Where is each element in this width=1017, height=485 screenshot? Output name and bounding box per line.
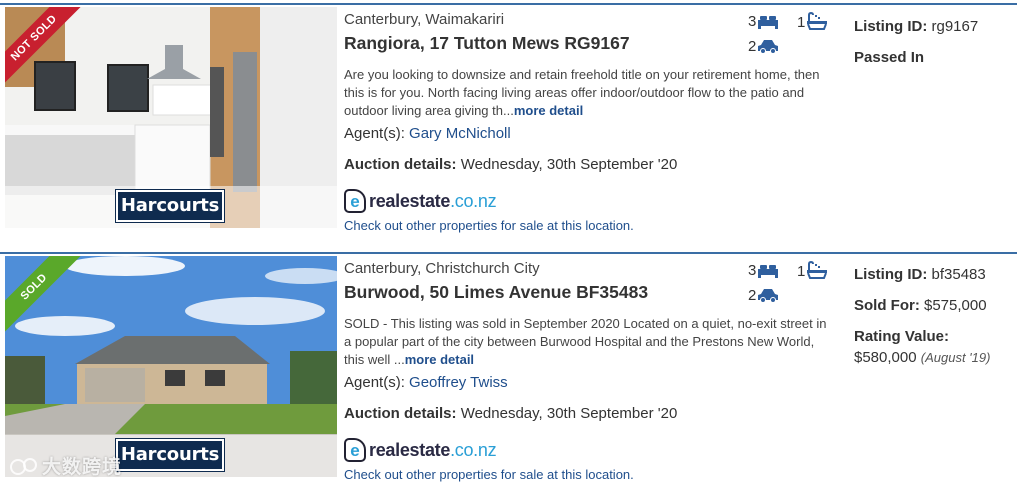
realestate-tld: .co.nz bbox=[450, 439, 497, 460]
bathrooms-value: 1 bbox=[797, 262, 806, 280]
bathrooms-count: 1 bbox=[797, 12, 828, 32]
realestate-name: realestate bbox=[369, 439, 451, 460]
bedrooms-value: 3 bbox=[748, 262, 757, 279]
rating-value: $580,000 (August '19) bbox=[854, 349, 990, 366]
agent-name-link[interactable]: Geoffrey Twiss bbox=[409, 374, 508, 391]
bath-icon bbox=[807, 12, 828, 30]
sold-for-label: Sold For: bbox=[854, 297, 920, 314]
realestate-wordmark: realestate.co.nz bbox=[369, 190, 497, 212]
not-sold-ribbon: NOT SOLD bbox=[5, 7, 87, 91]
listing-id-value: rg9167 bbox=[931, 18, 979, 35]
listing-description: SOLD - This listing was sold in Septembe… bbox=[344, 315, 832, 369]
rating-value-label-text: Rating Value: bbox=[854, 328, 950, 345]
realestate-badge-icon: e bbox=[344, 438, 366, 462]
bedrooms-count: 3 bbox=[748, 13, 779, 30]
auction-details: Auction details: Wednesday, 30th Septemb… bbox=[344, 156, 677, 173]
auction-value: Wednesday, 30th September '20 bbox=[460, 405, 678, 422]
check-other-properties-link[interactable]: Check out other properties for sale at t… bbox=[344, 467, 634, 482]
bathrooms-value: 1 bbox=[797, 13, 806, 31]
listing-id: Listing ID: rg9167 bbox=[854, 18, 978, 35]
listing-description: Are you looking to downsize and retain f… bbox=[344, 66, 832, 120]
garages-value: 2 bbox=[748, 38, 757, 55]
agents-label: Agent(s): bbox=[344, 374, 405, 391]
property-photo[interactable]: Harcourts SOLD bbox=[5, 256, 337, 477]
more-detail-link[interactable]: more detail bbox=[514, 103, 583, 118]
status-ribbon: NOT SOLD bbox=[5, 7, 95, 97]
harcourts-logo: Harcourts bbox=[115, 189, 225, 223]
realestate-logo[interactable]: e realestate.co.nz bbox=[344, 437, 497, 463]
realestate-wordmark: realestate.co.nz bbox=[369, 439, 497, 461]
watermark: 大数跨境 bbox=[8, 452, 122, 479]
harcourts-logo: Harcourts bbox=[115, 438, 225, 472]
car-icon bbox=[758, 288, 779, 303]
rating-value-label: Rating Value: bbox=[854, 328, 949, 345]
agent-name-link[interactable]: Gary McNicholl bbox=[409, 125, 511, 142]
agents-line: Agent(s): Geoffrey Twiss bbox=[344, 374, 508, 391]
garages-value: 2 bbox=[748, 287, 757, 304]
listing-address[interactable]: Rangiora, 17 Tutton Mews RG9167 bbox=[344, 33, 630, 54]
listing-id-value: bf35483 bbox=[931, 266, 986, 283]
auction-details: Auction details: Wednesday, 30th Septemb… bbox=[344, 405, 677, 422]
sold-for: Sold For: $575,000 bbox=[854, 297, 987, 314]
bedrooms-value: 3 bbox=[748, 13, 757, 30]
realestate-badge-icon: e bbox=[344, 189, 366, 213]
property-photo[interactable]: Harcourts NOT SOLD bbox=[5, 7, 337, 228]
listing-card: Harcourts NOT SOLD Canterbury, Waimakari… bbox=[0, 3, 1017, 249]
listing-id: Listing ID: bf35483 bbox=[854, 266, 986, 283]
agents-line: Agent(s): Gary McNicholl bbox=[344, 125, 511, 142]
rating-value-amount: $580,000 bbox=[854, 349, 917, 366]
realestate-name: realestate bbox=[369, 190, 451, 211]
listing-region: Canterbury, Christchurch City bbox=[344, 260, 540, 277]
bedrooms-count: 3 bbox=[748, 262, 779, 279]
bed-icon bbox=[758, 15, 779, 29]
more-detail-link[interactable]: more detail bbox=[405, 352, 474, 367]
auction-label: Auction details: bbox=[344, 156, 457, 173]
rating-value-date: (August '19) bbox=[920, 350, 991, 365]
auction-label: Auction details: bbox=[344, 405, 457, 422]
check-other-properties-link[interactable]: Check out other properties for sale at t… bbox=[344, 218, 634, 233]
sold-for-value: $575,000 bbox=[924, 297, 987, 314]
listing-id-label: Listing ID: bbox=[854, 266, 928, 283]
bed-icon bbox=[758, 264, 779, 278]
listing-address[interactable]: Burwood, 50 Limes Avenue BF35483 bbox=[344, 282, 648, 303]
garages-count: 2 bbox=[748, 287, 779, 304]
agents-label: Agent(s): bbox=[344, 125, 405, 142]
listing-card: Harcourts SOLD Canterbury, Christchurch … bbox=[0, 252, 1017, 485]
auction-value: Wednesday, 30th September '20 bbox=[460, 156, 678, 173]
car-icon bbox=[758, 39, 779, 54]
listing-region: Canterbury, Waimakariri bbox=[344, 11, 505, 28]
bathrooms-count: 1 bbox=[797, 261, 828, 281]
realestate-tld: .co.nz bbox=[450, 190, 497, 211]
watermark-logo-icon bbox=[10, 457, 37, 475]
bath-icon bbox=[807, 261, 828, 279]
realestate-logo[interactable]: e realestate.co.nz bbox=[344, 188, 497, 214]
listing-status: Passed In bbox=[854, 49, 924, 66]
sold-ribbon: SOLD bbox=[5, 256, 87, 340]
garages-count: 2 bbox=[748, 38, 779, 55]
status-value: Passed In bbox=[854, 49, 925, 66]
status-ribbon: SOLD bbox=[5, 256, 95, 346]
listing-id-label: Listing ID: bbox=[854, 18, 928, 35]
watermark-text: 大数跨境 bbox=[42, 457, 123, 478]
